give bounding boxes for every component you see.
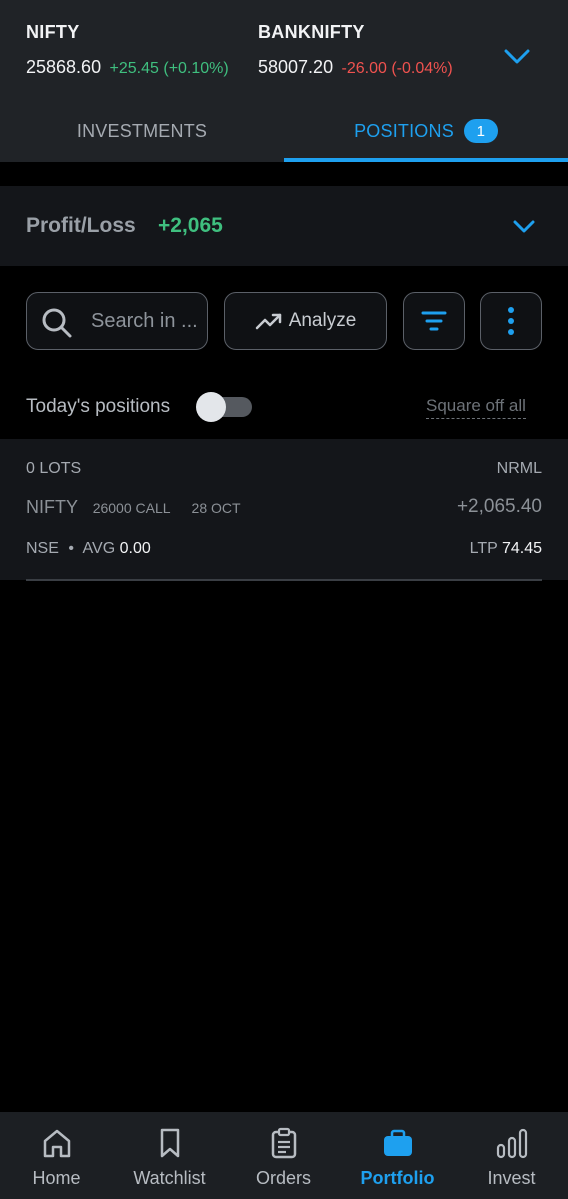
- more-vertical-icon: [508, 307, 514, 335]
- home-icon: [43, 1129, 70, 1158]
- search-placeholder: Search in ...: [91, 310, 198, 332]
- index-name: BANKNIFTY: [258, 22, 365, 42]
- todays-positions-label: Today's positions: [26, 396, 171, 417]
- ltp-value: 74.45: [501, 540, 542, 557]
- filter-button[interactable]: [403, 292, 465, 350]
- index-banknifty[interactable]: BANKNIFTY 58007.20 -26.00 (-0.04%): [258, 22, 453, 78]
- market-header: NIFTY 25868.60 +25.45 (+0.10%) BANKNIFTY…: [0, 0, 568, 162]
- symbol-expiry: 28 OCT: [191, 500, 241, 516]
- avg-label: AVG: [82, 540, 116, 557]
- avg-value: 0.00: [119, 540, 151, 557]
- trending-up-icon: [255, 313, 281, 330]
- todays-positions-toggle[interactable]: [196, 392, 252, 422]
- position-ltp: LTP 74.45: [470, 540, 542, 558]
- bookmark-icon: [160, 1128, 179, 1158]
- nav-label: Orders: [255, 1168, 311, 1188]
- position-symbol: NIFTY 26000 CALL 28 OCT: [26, 497, 241, 518]
- tab-label: INVESTMENTS: [76, 120, 208, 141]
- expand-profit-loss-button[interactable]: [508, 212, 540, 242]
- app-root: NIFTY 25868.60 +25.45 (+0.10%) BANKNIFTY…: [0, 0, 568, 1199]
- position-meta: NSE • AVG 0.00: [26, 540, 151, 558]
- tab-label: POSITIONS: [354, 120, 454, 141]
- more-options-button[interactable]: [480, 292, 542, 350]
- position-pnl: +2,065.40: [456, 496, 542, 517]
- nav-label: Portfolio: [360, 1168, 435, 1188]
- profit-loss-summary[interactable]: Profit/Loss +2,065: [0, 186, 568, 266]
- nav-label: Home: [32, 1168, 81, 1188]
- index-value: 58007.20: [258, 57, 334, 77]
- ltp-label: LTP: [469, 540, 498, 557]
- portfolio-tabs: INVESTMENTS POSITIONS 1: [0, 100, 568, 162]
- symbol-name: NIFTY: [26, 497, 78, 517]
- symbol-strike: 26000 CALL: [92, 500, 171, 516]
- active-tab-indicator: [284, 158, 568, 162]
- clipboard-icon: [271, 1127, 296, 1159]
- search-icon: [42, 308, 72, 338]
- bar-chart-icon: [496, 1128, 527, 1159]
- analyze-label: Analyze: [288, 310, 357, 331]
- nav-home[interactable]: Home: [0, 1112, 113, 1199]
- index-nifty[interactable]: NIFTY 25868.60 +25.45 (+0.10%): [26, 22, 229, 78]
- index-change: -26.00 (-0.04%): [341, 60, 453, 77]
- filter-icon: [421, 311, 447, 331]
- chevron-down-icon: [513, 220, 535, 233]
- chevron-down-icon: [504, 49, 530, 64]
- nav-portfolio[interactable]: Portfolio: [341, 1112, 454, 1199]
- positions-count-badge: 1: [463, 119, 498, 143]
- position-lots: 0 LOTS: [26, 460, 82, 477]
- position-product: NRML: [496, 460, 542, 477]
- nav-watchlist[interactable]: Watchlist: [113, 1112, 226, 1199]
- search-input[interactable]: Search in ...: [26, 292, 208, 350]
- toggle-knob: [196, 392, 226, 422]
- analyze-button[interactable]: Analyze: [224, 292, 387, 350]
- nav-label: Invest: [487, 1168, 536, 1188]
- bottom-navigation: Home Watchlist Orders Portfolio Invest: [0, 1112, 568, 1199]
- nav-label: Watchlist: [133, 1168, 206, 1188]
- tab-positions[interactable]: POSITIONS 1: [284, 100, 568, 162]
- card-divider: [26, 579, 542, 581]
- square-off-all-link[interactable]: Square off all: [426, 396, 526, 419]
- briefcase-icon: [383, 1129, 412, 1156]
- nav-orders[interactable]: Orders: [227, 1112, 340, 1199]
- tab-investments[interactable]: INVESTMENTS: [0, 100, 284, 162]
- expand-indices-button[interactable]: [500, 42, 534, 72]
- index-value: 25868.60: [26, 57, 102, 77]
- profit-loss-label: Profit/Loss: [26, 214, 136, 237]
- separator-dot: •: [68, 540, 74, 557]
- index-name: NIFTY: [26, 22, 80, 42]
- index-change: +25.45 (+0.10%): [109, 60, 229, 77]
- position-exchange: NSE: [26, 540, 59, 557]
- nav-invest[interactable]: Invest: [455, 1112, 568, 1199]
- profit-loss-value: +2,065: [158, 214, 223, 237]
